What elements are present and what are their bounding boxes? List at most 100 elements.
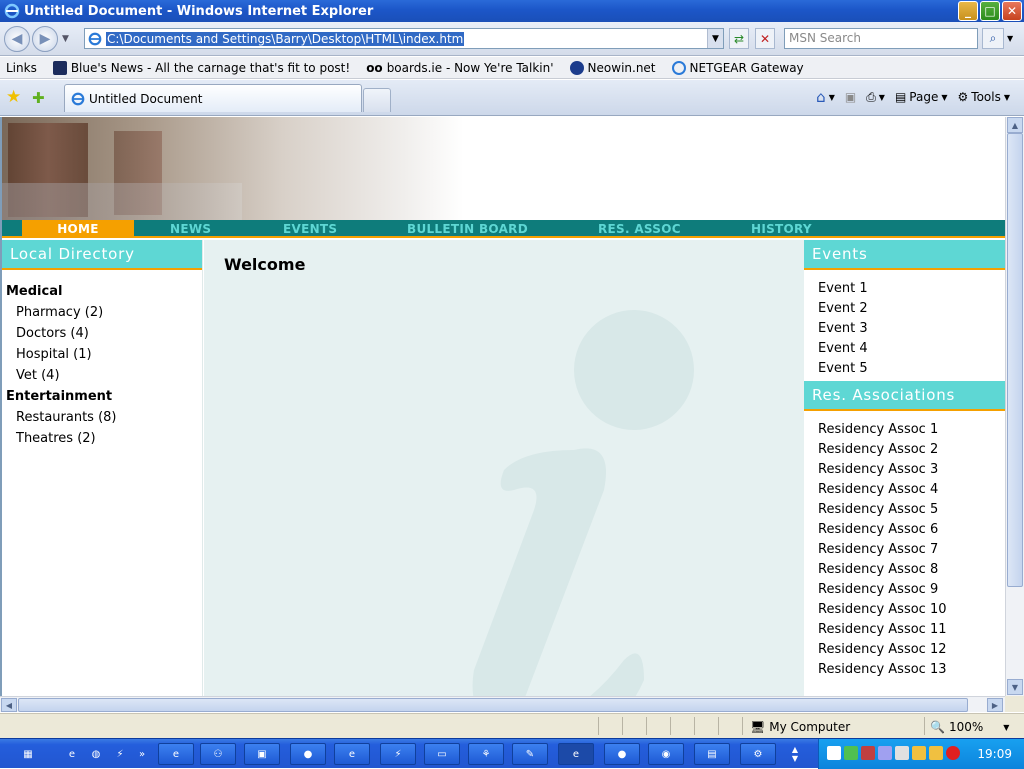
address-dropdown-button[interactable]: ▼ xyxy=(707,29,723,48)
zoom-icon: 🔍 xyxy=(930,720,945,734)
search-button[interactable]: ⌕ xyxy=(982,28,1004,49)
directory-item-restaurants[interactable]: Restaurants (8) xyxy=(16,410,202,425)
back-button[interactable]: ◀ xyxy=(4,26,30,52)
scroll-down-arrow-icon[interactable]: ▼ xyxy=(1007,679,1023,695)
quicklaunch-ie-icon[interactable]: e xyxy=(62,743,82,765)
event-item[interactable]: Event 4 xyxy=(818,339,1005,359)
directory-item-theatres[interactable]: Theatres (2) xyxy=(16,431,202,446)
taskbar-button[interactable]: ▭ xyxy=(424,743,460,765)
taskbar-button[interactable]: ● xyxy=(290,743,326,765)
address-bar[interactable]: C:\Documents and Settings\Barry\Desktop\… xyxy=(84,28,724,49)
taskbar-scroll-arrows[interactable]: ▲ ▼ xyxy=(788,743,802,765)
quicklaunch-app-icon[interactable]: ⚡ xyxy=(110,743,130,765)
taskbar-button[interactable]: ⚇ xyxy=(200,743,236,765)
taskbar-button[interactable]: ⚙ xyxy=(740,743,776,765)
vertical-scroll-thumb[interactable] xyxy=(1007,133,1023,587)
link-boards-ie[interactable]: oo boards.ie - Now Ye're Talkin' xyxy=(366,61,553,75)
close-button[interactable]: ✕ xyxy=(1002,1,1022,21)
scroll-up-arrow-icon[interactable]: ▲ xyxy=(1007,117,1023,133)
horizontal-scroll-thumb[interactable] xyxy=(18,698,968,712)
search-options-button[interactable]: ▼ xyxy=(1007,34,1013,43)
home-button[interactable]: ⌂ ▼ xyxy=(816,88,835,106)
assoc-item[interactable]: Residency Assoc 10 xyxy=(818,600,1005,620)
quicklaunch-globe-icon[interactable]: ◍ xyxy=(86,743,106,765)
taskbar-button[interactable]: ⚡ xyxy=(380,743,416,765)
stop-button[interactable]: ✕ xyxy=(755,28,775,49)
favorites-star-icon[interactable]: ★ xyxy=(6,87,21,107)
assoc-item[interactable]: Residency Assoc 1 xyxy=(818,420,1005,440)
quicklaunch-more-icon[interactable]: » xyxy=(136,743,148,765)
security-zone[interactable]: 🖥 My Computer xyxy=(750,720,850,734)
event-item[interactable]: Event 3 xyxy=(818,319,1005,339)
nav-news[interactable]: NEWS xyxy=(170,220,211,238)
event-item[interactable]: Event 2 xyxy=(818,299,1005,319)
nav-home[interactable]: HOME xyxy=(22,220,134,238)
scroll-left-arrow-icon[interactable]: ◀ xyxy=(1,698,17,712)
tray-icon[interactable] xyxy=(861,746,875,760)
taskbar-button[interactable]: ◉ xyxy=(648,743,684,765)
tray-icon[interactable] xyxy=(946,746,960,760)
add-favorite-icon[interactable]: ✚ xyxy=(32,89,45,107)
assoc-item[interactable]: Residency Assoc 9 xyxy=(818,580,1005,600)
taskbar-button[interactable]: ▣ xyxy=(244,743,280,765)
tray-icon[interactable] xyxy=(929,746,943,760)
taskbar-button[interactable]: ● xyxy=(604,743,640,765)
assoc-item[interactable]: Residency Assoc 13 xyxy=(818,660,1005,680)
taskbar-button[interactable]: e xyxy=(334,743,370,765)
tab-untitled-document[interactable]: Untitled Document xyxy=(64,84,362,112)
tray-icon[interactable] xyxy=(878,746,892,760)
vertical-scrollbar[interactable]: ▲ ▼ xyxy=(1005,117,1024,696)
page-menu-button[interactable]: ▤ Page ▼ xyxy=(895,90,948,104)
search-input[interactable]: MSN Search xyxy=(784,28,978,49)
directory-item-pharmacy[interactable]: Pharmacy (2) xyxy=(16,305,202,320)
taskbar-button[interactable]: ▤ xyxy=(694,743,730,765)
feeds-button[interactable]: ▣ xyxy=(845,90,856,104)
taskbar-button[interactable]: ✎ xyxy=(512,743,548,765)
tray-icon[interactable] xyxy=(912,746,926,760)
event-item[interactable]: Event 1 xyxy=(818,279,1005,299)
link-neowin[interactable]: Neowin.net xyxy=(569,60,656,75)
assoc-item[interactable]: Residency Assoc 8 xyxy=(818,560,1005,580)
assoc-item[interactable]: Residency Assoc 2 xyxy=(818,440,1005,460)
new-tab-button[interactable] xyxy=(363,88,391,112)
tray-icon[interactable] xyxy=(844,746,858,760)
directory-item-doctors[interactable]: Doctors (4) xyxy=(16,326,202,341)
link-blues-news[interactable]: Blue's News - All the carnage that's fit… xyxy=(52,60,350,75)
assoc-item[interactable]: Residency Assoc 4 xyxy=(818,480,1005,500)
clock[interactable]: 19:09 xyxy=(977,747,1012,761)
directory-item-vet[interactable]: Vet (4) xyxy=(16,368,202,383)
print-button[interactable]: ⎙ ▼ xyxy=(866,90,885,105)
events-list: Event 1 Event 2 Event 3 Event 4 Event 5 xyxy=(804,270,1005,385)
maximize-button[interactable]: □ xyxy=(980,1,1000,21)
netgear-icon xyxy=(671,60,686,75)
refresh-button[interactable]: ⇄ xyxy=(729,28,749,49)
assoc-item[interactable]: Residency Assoc 7 xyxy=(818,540,1005,560)
page-viewport: HOME NEWS EVENTS BULLETIN BOARD RES. ASS… xyxy=(0,117,1005,696)
minimize-button[interactable]: _ xyxy=(958,1,978,21)
nav-events[interactable]: EVENTS xyxy=(283,220,337,238)
assoc-item[interactable]: Residency Assoc 12 xyxy=(818,640,1005,660)
tray-icon[interactable] xyxy=(827,746,841,760)
taskbar-button-active[interactable]: e xyxy=(558,743,594,765)
link-netgear[interactable]: NETGEAR Gateway xyxy=(671,60,804,75)
assoc-item[interactable]: Residency Assoc 3 xyxy=(818,460,1005,480)
zoom-control[interactable]: 🔍 100% ▼ xyxy=(930,720,1009,734)
nav-history[interactable]: HISTORY xyxy=(751,220,812,238)
nav-res-assoc[interactable]: RES. ASSOC xyxy=(598,220,681,238)
taskbar-button[interactable]: e xyxy=(158,743,194,765)
history-dropdown-button[interactable]: ▼ xyxy=(62,34,69,44)
assoc-item[interactable]: Residency Assoc 6 xyxy=(818,520,1005,540)
status-bar: 🖥 My Computer 🔍 100% ▼ xyxy=(0,713,1024,738)
assoc-item[interactable]: Residency Assoc 5 xyxy=(818,500,1005,520)
tools-menu-button[interactable]: ⚙ Tools ▼ xyxy=(958,90,1010,104)
assoc-item[interactable]: Residency Assoc 11 xyxy=(818,620,1005,640)
horizontal-scrollbar[interactable]: ◀ ▶ xyxy=(0,696,1005,712)
scroll-right-arrow-icon[interactable]: ▶ xyxy=(987,698,1003,712)
nav-bulletin-board[interactable]: BULLETIN BOARD xyxy=(407,220,528,238)
directory-item-hospital[interactable]: Hospital (1) xyxy=(16,347,202,362)
show-desktop-icon[interactable]: ▦ xyxy=(14,743,42,765)
taskbar-button[interactable]: ⚘ xyxy=(468,743,504,765)
tray-icon[interactable] xyxy=(895,746,909,760)
forward-button[interactable]: ▶ xyxy=(32,26,58,52)
event-item[interactable]: Event 5 xyxy=(818,359,1005,379)
